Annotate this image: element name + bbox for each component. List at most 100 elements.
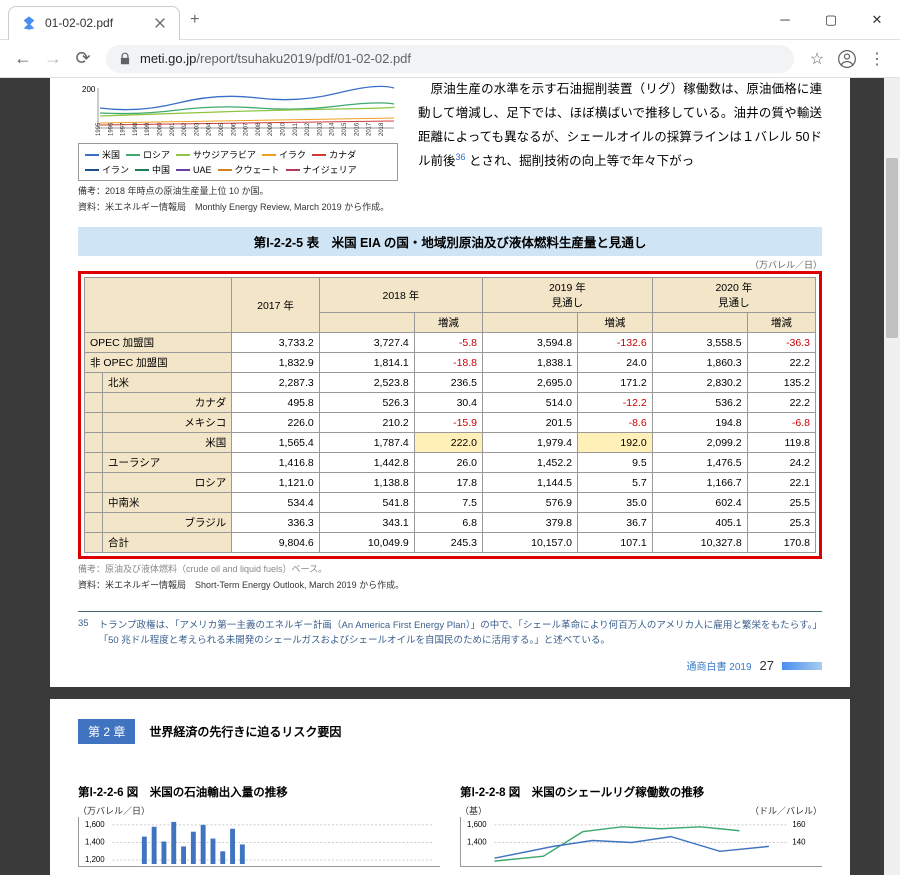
minimize-button[interactable]: ─	[762, 5, 808, 35]
table-footer-2: 資料：米エネルギー情報局 Short-Term Energy Outlook, …	[78, 578, 822, 591]
footnote-text: トランプ政権は、「アメリカ第一主義のエネルギー計画（An America Fir…	[99, 618, 822, 648]
chapter-header: 第 2 章 世界経済の先行きに迫るリスク要因	[78, 719, 822, 744]
page-footer: 通商白書 2019 27	[78, 658, 822, 673]
svg-text:1,400: 1,400	[467, 838, 487, 847]
profile-icon[interactable]	[832, 49, 862, 69]
svg-text:2014: 2014	[330, 122, 336, 136]
legend-item: カナダ	[312, 148, 356, 161]
svg-text:2001: 2001	[170, 122, 176, 136]
svg-text:2004: 2004	[207, 122, 213, 136]
line-chart: 200 199519961997199819992000200120022003…	[78, 78, 398, 213]
pdf-icon	[21, 15, 37, 31]
svg-text:2000: 2000	[158, 122, 164, 136]
table-row: ブラジル336.3343.16.8379.836.7405.125.3	[85, 513, 816, 533]
page-bar-icon	[782, 662, 822, 670]
svg-text:1,600: 1,600	[85, 820, 105, 829]
svg-text:2007: 2007	[244, 122, 250, 136]
star-icon[interactable]: ☆	[802, 49, 832, 69]
browser-toolbar: ← → ⟳ meti.go.jp/report/tsuhaku2019/pdf/…	[0, 40, 900, 78]
svg-text:2010: 2010	[281, 122, 287, 136]
table-unit: （万バレル／日）	[78, 258, 822, 271]
svg-text:2003: 2003	[194, 122, 200, 136]
footnote-number: 35	[78, 618, 89, 648]
url-path: /report/tsuhaku2019/pdf/01-02-02.pdf	[196, 51, 411, 66]
table-row: ロシア1,121.01,138.817.81,144.55.71,166.722…	[85, 473, 816, 493]
url-host: meti.go.jp	[140, 51, 196, 66]
tab-title: 01-02-02.pdf	[45, 16, 113, 30]
svg-text:1,200: 1,200	[85, 855, 105, 864]
pdf-page-2: 第 2 章 世界経済の先行きに迫るリスク要因 第Ⅰ-2-2-6 図 米国の石油輸…	[50, 699, 850, 875]
svg-text:2017: 2017	[367, 122, 373, 136]
sub-chart-1: 第Ⅰ-2-2-6 図 米国の石油輸出入量の推移 （万バレル／日） 1,600 1…	[78, 784, 440, 872]
table-row: メキシコ226.0210.2-15.9201.5-8.6194.8-6.8	[85, 413, 816, 433]
sub-chart-1-title: 第Ⅰ-2-2-6 図 米国の石油輸出入量の推移	[78, 784, 440, 800]
svg-text:160: 160	[792, 820, 806, 829]
close-icon[interactable]	[153, 16, 167, 30]
svg-text:2011: 2011	[293, 122, 299, 136]
sub-chart-2: 第Ⅰ-2-2-8 図 米国のシェールリグ稼働数の推移 （基）（ドル／バレル） 1…	[460, 784, 822, 872]
legend-item: クウェート	[218, 163, 280, 176]
svg-text:2002: 2002	[182, 122, 188, 136]
book-title: 通商白書 2019	[687, 658, 752, 673]
reload-button[interactable]: ⟳	[68, 44, 98, 74]
ytick: 200	[82, 85, 96, 94]
legend-item: 中国	[135, 163, 170, 176]
highlighted-table: 2017 年 2018 年 2019 年 見通し 2020 年 見通し 増減 増…	[78, 271, 822, 559]
svg-text:2006: 2006	[231, 122, 237, 136]
svg-text:1,600: 1,600	[467, 820, 487, 829]
svg-text:2009: 2009	[268, 122, 274, 136]
table-row: カナダ495.8526.330.4514.0-12.2536.222.2	[85, 393, 816, 413]
svg-text:2015: 2015	[342, 122, 348, 136]
svg-text:2005: 2005	[219, 122, 225, 136]
legend-item: 米国	[85, 148, 120, 161]
sub-chart-1-unit: （万バレル／日）	[78, 804, 440, 817]
svg-text:2012: 2012	[305, 122, 311, 136]
scrollbar[interactable]	[884, 78, 900, 875]
footnote: 35 トランプ政権は、「アメリカ第一主義のエネルギー計画（An America …	[78, 611, 822, 648]
svg-text:140: 140	[792, 838, 806, 847]
window-controls: ─ ▢ ✕	[762, 5, 900, 35]
svg-text:2018: 2018	[379, 122, 385, 136]
data-table: 2017 年 2018 年 2019 年 見通し 2020 年 見通し 増減 増…	[84, 277, 816, 553]
sub-chart-2-title: 第Ⅰ-2-2-8 図 米国のシェールリグ稼働数の推移	[460, 784, 822, 800]
new-tab-button[interactable]: +	[190, 11, 199, 29]
svg-text:2013: 2013	[317, 122, 323, 136]
svg-text:1998: 1998	[133, 122, 139, 136]
pdf-page-1: 200 199519961997199819992000200120022003…	[50, 78, 850, 687]
legend-item: イラク	[262, 148, 306, 161]
legend-item: ロシア	[126, 148, 170, 161]
table-row: 非 OPEC 加盟国1,832.91,814.1-18.81,838.124.0…	[85, 353, 816, 373]
legend-item: イラン	[85, 163, 129, 176]
chart-note-2: 資料：米エネルギー情報局 Monthly Energy Review, Marc…	[78, 200, 398, 213]
chapter-title: 世界経済の先行きに迫るリスク要因	[149, 723, 341, 740]
table-row: OPEC 加盟国3,733.23,727.4-5.83,594.8-132.63…	[85, 333, 816, 353]
table-row: 合計9,804.610,049.9245.310,157.0107.110,32…	[85, 533, 816, 553]
forward-button[interactable]: →	[38, 44, 68, 74]
svg-text:1999: 1999	[145, 122, 151, 136]
chart-note-1: 備考：2018 年時点の原油生産量上位 10 か国。	[78, 184, 398, 197]
legend-item: サウジアラビア	[176, 148, 256, 161]
footnote-ref: 36	[456, 152, 466, 162]
back-button[interactable]: ←	[8, 44, 38, 74]
table-footer-1: 備考：原油及び液体燃料（crude oil and liquid fuels）ベ…	[78, 562, 822, 575]
browser-titlebar: 01-02-02.pdf + ─ ▢ ✕	[0, 0, 900, 40]
table-row: 米国1,565.41,787.4222.01,979.4192.02,099.2…	[85, 433, 816, 453]
svg-text:2008: 2008	[256, 122, 262, 136]
table-caption: 第Ⅰ-2-2-5 表 米国 EIA の国・地域別原油及び液体燃料生産量と見通し	[78, 227, 822, 256]
chart-legend: 米国ロシアサウジアラビアイラクカナダイラン中国UAEクウェートナイジェリア	[78, 143, 398, 181]
maximize-button[interactable]: ▢	[808, 5, 854, 35]
svg-text:1996: 1996	[108, 122, 114, 136]
body-paragraph: 原油生産の水準を示す石油掘削装置（リグ）稼働数は、原油価格に連動して増減し、足下…	[418, 78, 822, 213]
svg-text:2016: 2016	[354, 122, 360, 136]
close-window-button[interactable]: ✕	[854, 5, 900, 35]
browser-tab[interactable]: 01-02-02.pdf	[8, 6, 180, 40]
legend-item: ナイジェリア	[286, 163, 357, 176]
table-row: 北米2,287.32,523.8236.52,695.0171.22,830.2…	[85, 373, 816, 393]
page-number: 27	[760, 658, 774, 673]
chapter-number: 第 2 章	[78, 719, 135, 744]
address-bar[interactable]: meti.go.jp/report/tsuhaku2019/pdf/01-02-…	[106, 45, 794, 73]
pdf-viewport[interactable]: 200 199519961997199819992000200120022003…	[0, 78, 900, 875]
table-row: ユーラシア1,416.81,442.826.01,452.29.51,476.5…	[85, 453, 816, 473]
menu-icon[interactable]: ⋮	[862, 49, 892, 69]
lock-icon	[118, 52, 132, 66]
